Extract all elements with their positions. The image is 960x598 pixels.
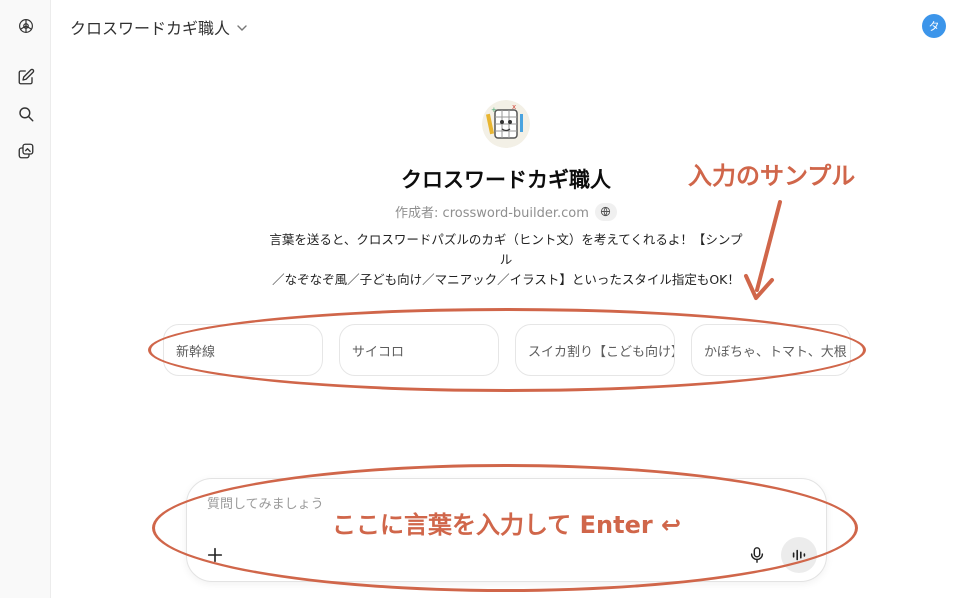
page-title: クロスワードカギ職人 [70,19,231,38]
avatar-initial: タ [928,20,940,33]
gpt-description: 言葉を送ると、クロスワードパズルのカギ（ヒント文）を考えてくれるよ！【シンプル … [266,230,746,290]
model-selector[interactable]: クロスワードカギ職人 [70,15,248,39]
starter-card[interactable]: スイカ割り【こども向け】 [515,324,675,376]
svg-text:x: x [512,103,516,111]
gpt-avatar-image: x + [482,100,530,148]
author-row: 作成者: crossword-builder.com [0,202,960,221]
plus-icon[interactable] [205,545,225,565]
annotation-sample-label: 入力のサンプル [688,162,856,190]
chevron-down-icon [237,25,247,31]
annotation-arrow-icon [744,200,782,300]
starter-label: 新幹線 [176,344,216,360]
svg-text:+: + [491,106,497,114]
avatar[interactable]: タ [922,14,946,38]
search-icon[interactable] [13,101,39,127]
openai-logo-icon[interactable] [13,13,39,39]
starter-label: スイカ割り【こども向け】 [528,344,675,360]
annotation-enter-label: ここに言葉を入力して Enter ↩ [332,511,682,539]
starter-card[interactable]: サイコロ [339,324,499,376]
author-label: 作成者: crossword-builder.com [395,206,589,221]
voice-mode-button[interactable] [781,537,817,573]
new-chat-icon[interactable] [13,64,39,90]
starter-label: かぼちゃ、トマト、大根 [704,344,847,360]
globe-icon[interactable] [594,202,617,221]
microphone-icon[interactable] [747,545,767,565]
description-line-1: 言葉を送ると、クロスワードパズルのカギ（ヒント文）を考えてくれるよ！【シンプル [269,232,743,267]
sidebar [0,0,51,598]
description-line-2: ／なぞなぞ風／子ども向け／マニアック／イラスト】といったスタイル指定もOK！ [272,272,740,287]
starter-card[interactable]: 新幹線 [163,324,323,376]
starter-label: サイコロ [352,344,405,360]
starter-card[interactable]: かぼちゃ、トマト、大根 [691,324,851,376]
library-icon[interactable] [13,138,39,164]
waveform-icon [792,549,806,561]
